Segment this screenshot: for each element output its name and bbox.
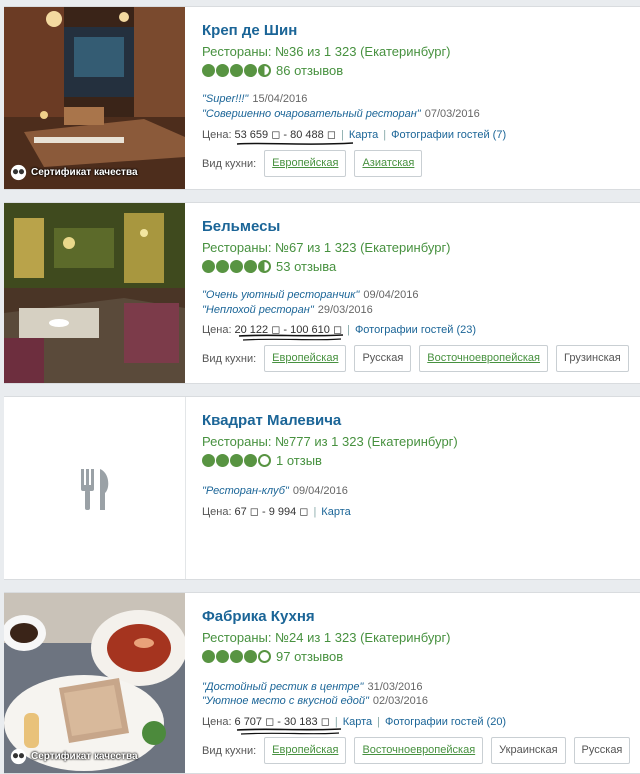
cuisine-tag[interactable]: Русская [573, 737, 631, 764]
map-link[interactable]: Карта [343, 716, 372, 728]
review-quote[interactable]: "Достойный рестик в центре" [202, 681, 363, 693]
review-count[interactable]: 1 отзыв [276, 453, 322, 468]
review-date: 02/03/2016 [372, 695, 428, 707]
cuisine-tag[interactable]: Европейская [264, 345, 347, 372]
divider: | [313, 505, 317, 518]
cuisine-label: Вид кухни: [202, 744, 257, 757]
cuisine-tag[interactable]: Украинская [491, 737, 566, 764]
review-quote[interactable]: "Совершенно очаровательный ресторан" [202, 108, 421, 120]
rating: 53 отзыва [202, 259, 336, 274]
price-label: Цена: [202, 323, 232, 336]
price-value: 20 122 ◻ - 100 610 ◻ [234, 324, 343, 336]
owl-icon [10, 748, 27, 765]
price-label: Цена: [202, 505, 232, 518]
rating: 86 отзывов [202, 63, 343, 78]
certificate-badge[interactable]: Сертификат качества [10, 164, 138, 181]
review-snippet: "Неплохой ресторан" 29/03/2016 [202, 304, 373, 316]
guest-photos-link[interactable]: Фотографии гостей (23) [355, 324, 476, 336]
price-row: Цена: 6 707 ◻ - 30 183 ◻ | Карта | Фотог… [202, 715, 506, 729]
rating-bubbles [202, 64, 271, 77]
cuisine-tag[interactable]: Азиатская [354, 150, 423, 177]
restaurant-rank[interactable]: Рестораны: №777 из 1 323 (Екатеринбург) [202, 434, 458, 449]
restaurant-title[interactable]: Квадрат Малевича [202, 412, 341, 429]
review-quote[interactable]: "Очень уютный ресторанчик" [202, 289, 359, 301]
review-snippet: "Совершенно очаровательный ресторан" 07/0… [202, 108, 480, 120]
review-snippet: "Ресторан-клуб" 09/04/2016 [202, 485, 348, 497]
price-row: Цена: 20 122 ◻ - 100 610 ◻ | Фотографии … [202, 323, 476, 337]
cuisine-row: Вид кухни: Европейская Русская Восточное… [202, 345, 637, 372]
restaurant-card: Квадрат Малевича Рестораны: №777 из 1 32… [4, 396, 640, 580]
review-count[interactable]: 86 отзывов [276, 63, 343, 78]
guest-photos-link[interactable]: Фотографии гостей (20) [385, 716, 506, 728]
map-link[interactable]: Карта [321, 506, 350, 518]
review-quote[interactable]: "Уютное место с вкусной едой" [202, 695, 369, 707]
divider: | [383, 128, 387, 141]
price-value: 53 659 ◻ - 80 488 ◻ [234, 129, 336, 141]
review-date: 29/03/2016 [317, 304, 373, 316]
review-snippet: "Уютное место с вкусной едой" 02/03/2016 [202, 695, 428, 707]
price-label: Цена: [202, 128, 232, 141]
rating: 1 отзыв [202, 453, 322, 468]
cuisine-tag[interactable]: Восточноевропейская [419, 345, 548, 372]
price-value: 67 ◻ - 9 994 ◻ [234, 506, 309, 518]
review-snippet: "Очень уютный ресторанчик" 09/04/2016 [202, 289, 418, 301]
restaurant-photo[interactable] [4, 203, 185, 383]
rating-bubbles [202, 260, 271, 273]
restaurant-photo[interactable]: Сертификат качества [4, 7, 185, 189]
cuisine-row: Вид кухни: Европейская Восточноевропейск… [202, 737, 638, 764]
cuisine-tag[interactable]: Европейская [264, 737, 347, 764]
price-value: 6 707 ◻ - 30 183 ◻ [234, 716, 330, 728]
review-quote[interactable]: "Неплохой ресторан" [202, 304, 314, 316]
restaurant-card: Сертификат качества Креп де Шин Ресторан… [4, 6, 640, 190]
review-count[interactable]: 97 отзывов [276, 649, 343, 664]
review-date: 07/03/2016 [424, 108, 480, 120]
divider: | [377, 715, 380, 728]
cuisine-tag[interactable]: Русская [354, 345, 412, 372]
cuisine-tag[interactable]: Восточноевропейская [354, 737, 484, 764]
restaurant-rank[interactable]: Рестораны: №36 из 1 323 (Екатеринбург) [202, 44, 451, 59]
restaurant-photo-placeholder[interactable] [4, 397, 186, 579]
cuisine-label: Вид кухни: [202, 157, 257, 170]
cuisine-tag[interactable]: Грузинская [556, 345, 629, 372]
price-row: Цена: 67 ◻ - 9 994 ◻ | Карта [202, 505, 351, 519]
restaurant-title[interactable]: Бельмесы [202, 218, 280, 235]
map-link[interactable]: Карта [349, 129, 378, 141]
review-snippet: "Super!!!" 15/04/2016 [202, 93, 307, 105]
rating: 97 отзывов [202, 649, 343, 664]
review-snippet: "Достойный рестик в центре" 31/03/2016 [202, 681, 423, 693]
guest-photos-link[interactable]: Фотографии гостей (7) [391, 129, 506, 141]
review-date: 31/03/2016 [367, 681, 423, 693]
restaurant-card: Бельмесы Рестораны: №67 из 1 323 (Екатер… [4, 202, 640, 384]
price-row: Цена: 53 659 ◻ - 80 488 ◻ | Карта | Фото… [202, 128, 506, 142]
divider: | [334, 715, 338, 728]
review-date: 09/04/2016 [363, 289, 419, 301]
restaurant-rank[interactable]: Рестораны: №67 из 1 323 (Екатеринбург) [202, 240, 451, 255]
review-quote[interactable]: "Ресторан-клуб" [202, 485, 289, 497]
price-label: Цена: [202, 715, 232, 728]
divider: | [340, 128, 344, 141]
review-count[interactable]: 53 отзыва [276, 259, 336, 274]
restaurant-photo[interactable]: Сертификат качества [4, 593, 185, 773]
owl-icon [10, 164, 27, 181]
review-date: 09/04/2016 [292, 485, 348, 497]
cuisine-row: Вид кухни: Европейская Азиатская [202, 150, 430, 177]
cuisine-tag[interactable]: Европейская [264, 150, 347, 177]
restaurant-rank[interactable]: Рестораны: №24 из 1 323 (Екатеринбург) [202, 630, 451, 645]
certificate-badge[interactable]: Сертификат качества [10, 748, 138, 765]
review-quote[interactable]: "Super!!!" [202, 93, 248, 105]
divider: | [347, 323, 350, 336]
rating-bubbles [202, 650, 271, 663]
rating-bubbles [202, 454, 271, 467]
restaurant-title[interactable]: Креп де Шин [202, 22, 297, 39]
review-date: 15/04/2016 [252, 93, 308, 105]
fork-knife-icon [81, 469, 109, 510]
restaurant-card: Сертификат качества Фабрика Кухня Рестор… [4, 592, 640, 774]
restaurant-title[interactable]: Фабрика Кухня [202, 608, 315, 625]
cuisine-label: Вид кухни: [202, 352, 257, 365]
